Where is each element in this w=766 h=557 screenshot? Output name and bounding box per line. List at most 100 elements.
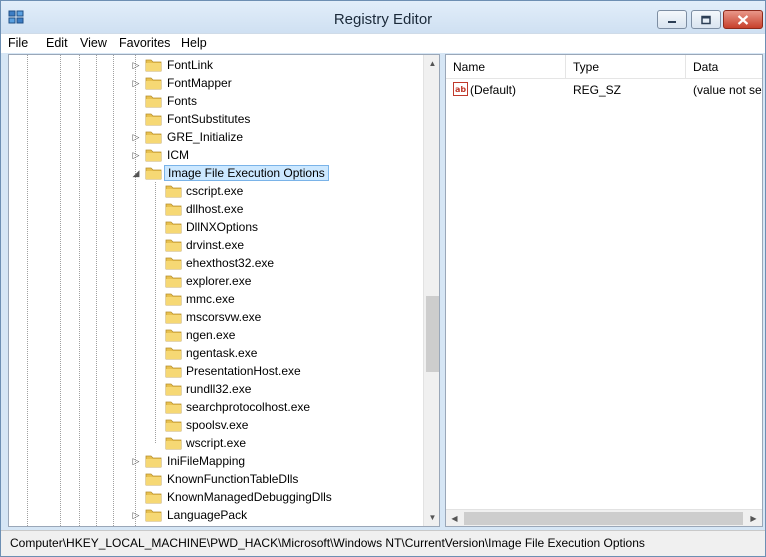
tree-scroll-thumb[interactable]: [426, 295, 439, 372]
tree-item[interactable]: ▷ FontMapper: [9, 74, 421, 92]
tree-item-label[interactable]: PresentationHost.exe: [183, 363, 304, 379]
folder-icon: [145, 165, 162, 180]
folder-icon: [165, 183, 182, 198]
values-horizontal-scrollbar[interactable]: ◀ ▶: [446, 509, 762, 526]
column-header-data[interactable]: Data: [686, 55, 762, 79]
tree-item[interactable]: ▷ FontLink: [9, 56, 421, 74]
expand-arrow-icon[interactable]: ▷: [131, 77, 141, 89]
tree-item[interactable]: mmc.exe: [9, 290, 421, 308]
tree-item[interactable]: ▷ GRE_Initialize: [9, 128, 421, 146]
tree-item[interactable]: wscript.exe: [9, 434, 421, 452]
tree-item-label[interactable]: FontLink: [164, 57, 216, 73]
tree-item-label[interactable]: Image File Execution Options: [164, 165, 329, 181]
tree-item-label[interactable]: dllhost.exe: [183, 201, 246, 217]
tree-item[interactable]: Fonts: [9, 92, 421, 110]
title-bar[interactable]: Registry Editor: [1, 1, 765, 33]
tree-item-label[interactable]: ngen.exe: [183, 327, 238, 343]
tree-vertical-scrollbar[interactable]: ▲ ▼: [423, 55, 439, 526]
tree-item[interactable]: cscript.exe: [9, 182, 421, 200]
maximize-icon: [701, 15, 711, 24]
close-icon: [737, 14, 749, 25]
menu-file[interactable]: File: [8, 36, 28, 50]
folder-icon: [165, 219, 182, 234]
tree-item[interactable]: ◢ Image File Execution Options: [9, 164, 421, 182]
tree-item[interactable]: searchprotocolhost.exe: [9, 398, 421, 416]
values-list-pane[interactable]: Name Type Data ab (Default) REG_SZ (valu…: [445, 54, 763, 527]
registry-editor-window: Registry Editor File Edit View Favorites…: [0, 0, 766, 557]
tree-item[interactable]: ngentask.exe: [9, 344, 421, 362]
menu-edit[interactable]: Edit: [46, 36, 68, 50]
tree-item-label[interactable]: FontSubstitutes: [164, 111, 253, 127]
menu-help[interactable]: Help: [181, 36, 207, 50]
tree-item[interactable]: KnownManagedDebuggingDlls: [9, 488, 421, 506]
expand-arrow-icon[interactable]: ▷: [131, 509, 141, 521]
menu-view[interactable]: View: [80, 36, 107, 50]
column-header-type[interactable]: Type: [566, 55, 686, 79]
folder-icon: [145, 57, 162, 72]
tree-item-label[interactable]: ehexthost32.exe: [183, 255, 277, 271]
status-bar: Computer\HKEY_LOCAL_MACHINE\PWD_HACK\Mic…: [1, 530, 765, 556]
tree-item-label[interactable]: Fonts: [164, 93, 200, 109]
expand-arrow-icon[interactable]: ▷: [131, 455, 141, 467]
column-header-name[interactable]: Name: [446, 55, 566, 79]
folder-icon: [145, 453, 162, 468]
tree-item[interactable]: spoolsv.exe: [9, 416, 421, 434]
tree-item[interactable]: ▷ IniFileMapping: [9, 452, 421, 470]
folder-icon: [165, 435, 182, 450]
folder-icon: [145, 471, 162, 486]
folder-icon: [165, 345, 182, 360]
tree-item-label[interactable]: mscorsvw.exe: [183, 309, 264, 325]
maximize-button[interactable]: [691, 10, 721, 29]
tree-item-label[interactable]: IniFileMapping: [164, 453, 248, 469]
tree-item[interactable]: PresentationHost.exe: [9, 362, 421, 380]
close-button[interactable]: [723, 10, 763, 29]
value-row[interactable]: ab (Default) REG_SZ (value not set): [446, 81, 762, 99]
tree-item-label[interactable]: KnownManagedDebuggingDlls: [164, 489, 335, 505]
tree-item-label[interactable]: LanguagePack: [164, 507, 250, 523]
tree-item[interactable]: ehexthost32.exe: [9, 254, 421, 272]
tree-item-label[interactable]: cscript.exe: [183, 183, 246, 199]
tree-item-label[interactable]: drvinst.exe: [183, 237, 247, 253]
tree-item[interactable]: ▷ ICM: [9, 146, 421, 164]
scroll-down-arrow-icon[interactable]: ▼: [424, 509, 439, 526]
values-scroll-thumb[interactable]: [464, 512, 743, 525]
scroll-left-arrow-icon[interactable]: ◀: [446, 510, 463, 526]
scroll-right-arrow-icon[interactable]: ▶: [745, 510, 762, 526]
tree-item-label[interactable]: ngentask.exe: [183, 345, 260, 361]
folder-icon: [165, 399, 182, 414]
tree-item[interactable]: DllNXOptions: [9, 218, 421, 236]
tree-item-label[interactable]: mmc.exe: [183, 291, 238, 307]
tree-item-label[interactable]: FontMapper: [164, 75, 235, 91]
scroll-up-arrow-icon[interactable]: ▲: [424, 55, 439, 72]
folder-icon: [165, 255, 182, 270]
tree-item[interactable]: mscorsvw.exe: [9, 308, 421, 326]
tree-item[interactable]: drvinst.exe: [9, 236, 421, 254]
tree-item-label[interactable]: wscript.exe: [183, 435, 249, 451]
tree-item[interactable]: ngen.exe: [9, 326, 421, 344]
tree-item-label[interactable]: spoolsv.exe: [183, 417, 251, 433]
tree-item[interactable]: ▷ LanguagePack: [9, 506, 421, 524]
tree-item-label[interactable]: searchprotocolhost.exe: [183, 399, 313, 415]
tree-item-label[interactable]: rundll32.exe: [183, 381, 254, 397]
tree-item-label[interactable]: GRE_Initialize: [164, 129, 246, 145]
collapse-arrow-icon[interactable]: ◢: [131, 167, 141, 179]
key-tree-pane[interactable]: ▷ FontLink ▷ FontMapper Fonts FontSubstitutes…: [8, 54, 440, 527]
folder-icon: [165, 291, 182, 306]
tree-item[interactable]: FontSubstitutes: [9, 110, 421, 128]
folder-icon: [145, 111, 162, 126]
expand-arrow-icon[interactable]: ▷: [131, 131, 141, 143]
expand-arrow-icon[interactable]: ▷: [131, 59, 141, 71]
tree-item-label[interactable]: ICM: [164, 147, 192, 163]
folder-icon: [165, 381, 182, 396]
value-data: (value not set): [693, 83, 763, 97]
tree-item[interactable]: KnownFunctionTableDlls: [9, 470, 421, 488]
tree-item-label[interactable]: explorer.exe: [183, 273, 254, 289]
tree-item[interactable]: rundll32.exe: [9, 380, 421, 398]
menu-favorites[interactable]: Favorites: [119, 36, 170, 50]
tree-item[interactable]: explorer.exe: [9, 272, 421, 290]
expand-arrow-icon[interactable]: ▷: [131, 149, 141, 161]
tree-item-label[interactable]: DllNXOptions: [183, 219, 261, 235]
minimize-button[interactable]: [657, 10, 687, 29]
tree-item[interactable]: dllhost.exe: [9, 200, 421, 218]
tree-item-label[interactable]: KnownFunctionTableDlls: [164, 471, 301, 487]
